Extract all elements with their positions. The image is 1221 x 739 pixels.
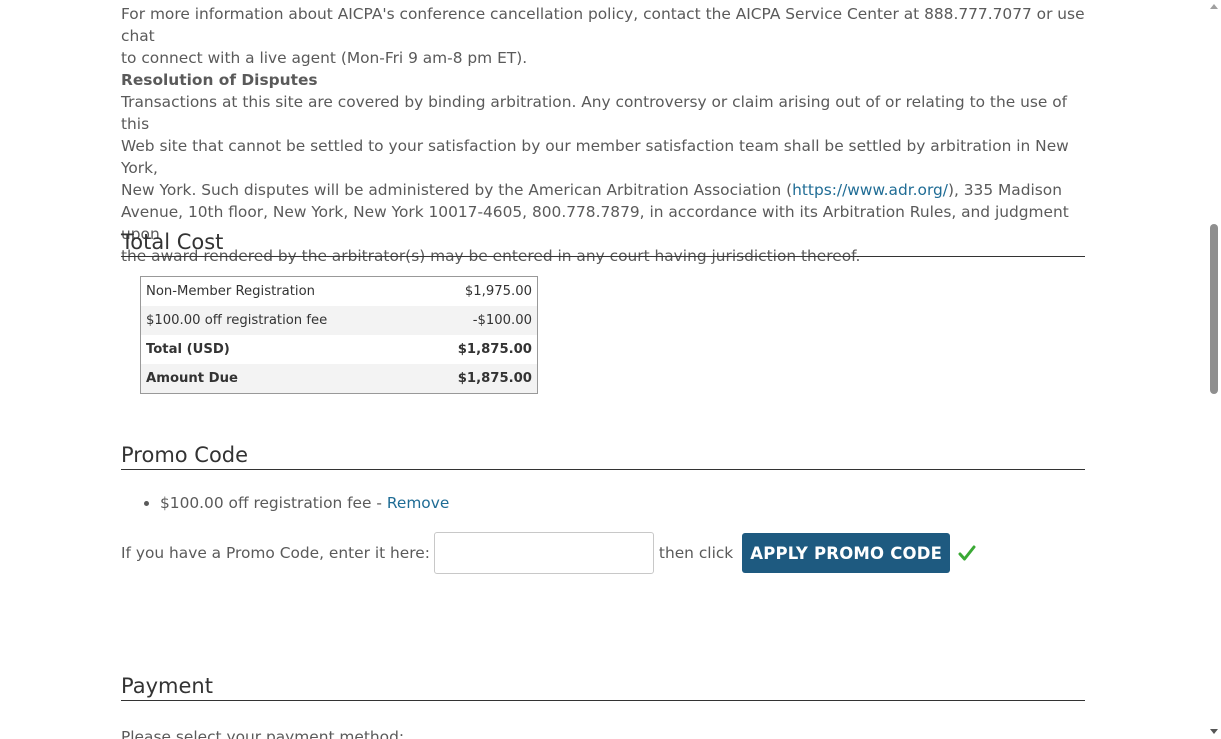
cost-label: Amount Due xyxy=(140,364,416,394)
cancellation-line-2: to connect with a live agent (Mon-Fri 9 … xyxy=(121,49,528,67)
disputes-line-3: New York. Such disputes will be administ… xyxy=(121,179,1091,201)
remove-promo-link[interactable]: Remove xyxy=(387,494,449,512)
checkout-page: For more information about AICPA's confe… xyxy=(0,0,1221,739)
payment-heading: Payment xyxy=(121,673,1085,701)
promo-code-input[interactable] xyxy=(433,532,654,574)
disputes-line-3-after: ), 335 Madison xyxy=(947,181,1062,199)
promo-entry-row: If you have a Promo Code, enter it here:… xyxy=(121,531,976,575)
payment-method-prompt: Please select your payment method: xyxy=(121,728,405,739)
adr-link[interactable]: https://www.adr.org/ xyxy=(792,181,948,199)
applied-promo-list: $100.00 off registration fee - Remove xyxy=(121,492,449,514)
apply-promo-code-button[interactable]: APPLY PROMO CODE xyxy=(742,533,951,573)
scrollbar-thumb[interactable] xyxy=(1210,224,1218,394)
cost-amount: $1,975.00 xyxy=(464,284,532,299)
cancellation-policy-text: For more information about AICPA's confe… xyxy=(121,3,1091,69)
promo-code-heading: Promo Code xyxy=(121,442,1085,470)
cost-amount: $1,875.00 xyxy=(415,364,538,394)
cost-table: Non-Member Registration $1,975.00 $100.0… xyxy=(140,276,538,394)
list-item: $100.00 off registration fee - Remove xyxy=(121,492,449,514)
scroll-down-arrow-icon[interactable] xyxy=(1210,729,1218,734)
table-row: Total (USD) $1,875.00 xyxy=(141,335,538,364)
table-row: Amount Due $1,875.00 xyxy=(140,364,538,394)
disputes-line-1: Transactions at this site are covered by… xyxy=(121,93,1068,133)
disputes-line-2: Web site that cannot be settled to your … xyxy=(121,137,1069,177)
then-click-label: then click xyxy=(658,544,734,562)
applied-promo-text: $100.00 off registration fee - xyxy=(160,494,387,512)
cancellation-line-1: For more information about AICPA's confe… xyxy=(121,5,1085,45)
disputes-line-3-before: New York. Such disputes will be administ… xyxy=(121,181,793,199)
table-row: $100.00 off registration fee -$100.00 xyxy=(140,306,538,335)
cost-label: Total (USD) xyxy=(146,342,230,357)
cost-amount: -$100.00 xyxy=(415,306,538,335)
total-cost-heading: Total Cost xyxy=(121,229,1085,257)
cost-amount: $1,875.00 xyxy=(457,342,532,357)
table-row: Non-Member Registration $1,975.00 xyxy=(141,277,538,307)
cost-label: $100.00 off registration fee xyxy=(140,306,416,335)
scroll-up-arrow-icon[interactable] xyxy=(1210,4,1218,9)
promo-prompt-label: If you have a Promo Code, enter it here: xyxy=(121,544,430,562)
disputes-title: Resolution of Disputes xyxy=(121,71,318,89)
checkmark-icon xyxy=(958,544,976,562)
vertical-scrollbar[interactable] xyxy=(1206,0,1221,739)
cost-label: Non-Member Registration xyxy=(146,284,316,299)
